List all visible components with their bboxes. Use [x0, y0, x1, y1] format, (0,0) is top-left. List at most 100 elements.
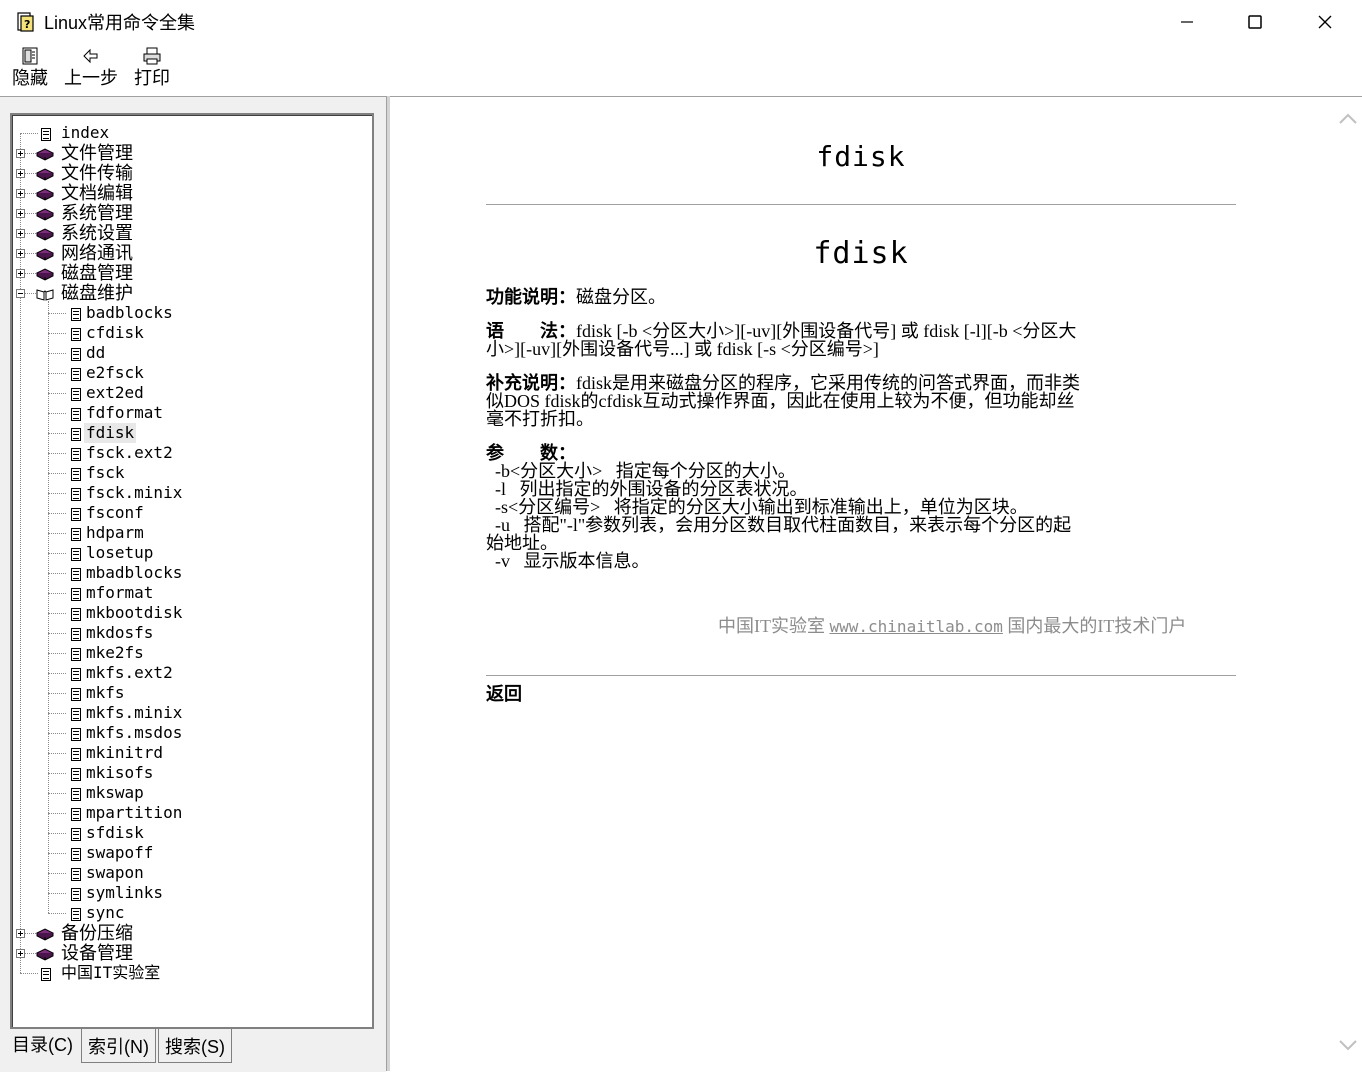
- tree-item-label: 文档编辑: [61, 183, 133, 203]
- tab-search[interactable]: 搜索(S): [158, 1029, 232, 1063]
- expand-icon[interactable]: [16, 249, 25, 258]
- window-title: Linux常用命令全集: [44, 13, 196, 33]
- description-label: 补充说明：: [486, 373, 576, 393]
- document-icon: [71, 728, 81, 741]
- expand-icon[interactable]: [16, 149, 25, 158]
- tree-item-label: 系统设置: [61, 223, 133, 243]
- tab-contents[interactable]: 目录(C): [6, 1029, 79, 1063]
- collapse-icon[interactable]: [16, 289, 25, 298]
- tree-line: [48, 453, 66, 454]
- tree-item-icon: [35, 226, 55, 246]
- minimize-button[interactable]: [1152, 0, 1222, 44]
- tree-item-icon: [35, 266, 55, 286]
- tree-line: [48, 313, 66, 314]
- tree-item-icon: [66, 786, 81, 806]
- tree-line: [48, 633, 66, 634]
- nav-tabs: 目录(C) 索引(N) 搜索(S): [6, 1029, 234, 1067]
- tree-item-icon: [66, 406, 81, 426]
- print-button[interactable]: 打印: [134, 44, 170, 90]
- tree-item-icon: [35, 166, 55, 186]
- tree-item-label: mkdosfs: [86, 623, 154, 642]
- book-icon: [35, 248, 55, 261]
- tree-item-label: hdparm: [86, 523, 144, 542]
- hide-button[interactable]: 隐藏: [12, 44, 48, 90]
- expand-icon[interactable]: [16, 949, 25, 958]
- vertical-scrollbar[interactable]: [1334, 96, 1362, 1072]
- tree-item-label: mpartition: [86, 803, 183, 822]
- tree-item-icon: [35, 246, 55, 266]
- description-text: fdisk是用来磁盘分区的程序，它采用传统的问答式界面，而非类似DOS fdis…: [486, 373, 1080, 429]
- expand-icon[interactable]: [16, 169, 25, 178]
- scroll-down-icon[interactable]: [1334, 1035, 1362, 1055]
- book-icon: [35, 268, 55, 281]
- article-body: 功能说明：磁盘分区。 语 法：fdisk [-b <分区大小>][-uv][外围…: [486, 288, 1086, 586]
- tree-item-icon: [66, 666, 81, 686]
- tree-item-label: mkisofs: [86, 763, 154, 782]
- tree-item-icon: [35, 926, 55, 946]
- back-button[interactable]: 上一步: [64, 44, 118, 90]
- tree-line: [48, 333, 66, 334]
- function-text: 磁盘分区。: [576, 287, 666, 307]
- tree-item-icon: [66, 426, 81, 446]
- site-footer: 中国IT实验室 www.chinaitlab.com 国内最大的IT技术门户: [718, 612, 1186, 638]
- svg-text:?: ?: [24, 18, 30, 31]
- hide-pane-icon: [22, 47, 38, 65]
- tree-item-icon: [66, 686, 81, 706]
- expand-icon[interactable]: [16, 229, 25, 238]
- tree-item-icon: [66, 846, 81, 866]
- tree-item-label: mkinitrd: [86, 743, 164, 762]
- tree-item-label: losetup: [86, 543, 154, 562]
- tree-line: [48, 593, 66, 594]
- expand-icon[interactable]: [16, 189, 25, 198]
- tree-item-label: fsck: [86, 463, 125, 482]
- tree-item-icon: [66, 586, 81, 606]
- tree-line: [48, 773, 66, 774]
- tree-item-icon: [35, 206, 55, 226]
- document-icon: [71, 328, 81, 341]
- tree-line: [48, 733, 66, 734]
- tree-item-label: 文件传输: [61, 163, 133, 183]
- params-section: 参 数： -b<分区大小> 指定每个分区的大小。 -l 列出指定的外围设备的分区…: [486, 444, 1086, 570]
- tree-item-icon: [66, 506, 81, 526]
- tree-item-label: 备份压缩: [61, 923, 133, 943]
- tree-line: [48, 413, 66, 414]
- tree-item-icon: [66, 386, 81, 406]
- tree-line: [48, 893, 66, 894]
- document-icon: [71, 628, 81, 641]
- params-label: 参 数：: [486, 443, 576, 463]
- document-icon: [41, 968, 51, 981]
- tree-line: [48, 853, 66, 854]
- document-icon: [71, 708, 81, 721]
- tree-line: [48, 653, 66, 654]
- tab-index[interactable]: 索引(N): [81, 1029, 156, 1063]
- tree-item-icon: [66, 726, 81, 746]
- expand-icon[interactable]: [16, 929, 25, 938]
- maximize-button[interactable]: [1220, 0, 1290, 44]
- hide-label: 隐藏: [12, 68, 48, 88]
- close-button[interactable]: [1290, 0, 1360, 44]
- expand-icon[interactable]: [16, 269, 25, 278]
- expand-icon[interactable]: [16, 209, 25, 218]
- tree-item-icon: [66, 806, 81, 826]
- document-icon: [71, 908, 81, 921]
- tree-item-icon: [35, 146, 55, 166]
- tree-line: [48, 693, 66, 694]
- footer-site-link[interactable]: www.chinaitlab.com: [830, 617, 1003, 636]
- tree-item-label: mke2fs: [86, 643, 144, 662]
- scroll-up-icon[interactable]: [1334, 109, 1362, 129]
- tree-item-label: fsck.ext2: [86, 443, 173, 462]
- syntax-label: 语 法：: [486, 321, 576, 341]
- page-title: fdisk: [813, 236, 909, 271]
- tree-line: [48, 873, 66, 874]
- tree-item-label: 磁盘管理: [61, 263, 133, 283]
- tree-line: [48, 673, 66, 674]
- tree-item-label: 设备管理: [61, 943, 133, 963]
- back-arrow-icon: [83, 48, 98, 64]
- toolbar: 隐藏 上一步 打印: [0, 44, 1362, 96]
- print-label: 打印: [134, 68, 170, 88]
- contents-tree[interactable]: index 文件管理 文件传输 文档编辑 系统管理 系统设置 网络通讯 磁盘管理 磁盘维护 bad…: [10, 113, 374, 1029]
- document-icon: [71, 568, 81, 581]
- tree-line: [48, 753, 66, 754]
- return-link[interactable]: 返回: [486, 680, 522, 706]
- tree-item-label: 系统管理: [61, 203, 133, 223]
